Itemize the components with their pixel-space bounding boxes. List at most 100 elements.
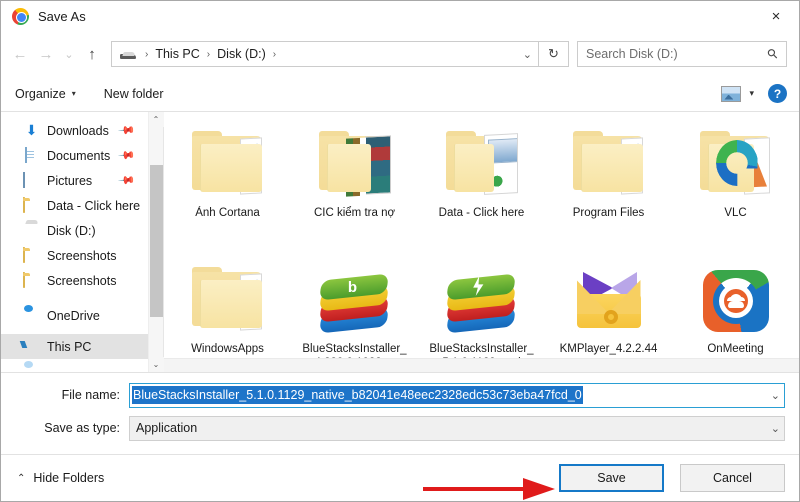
recent-locations-button[interactable]: ⌄ <box>59 40 79 68</box>
sidebar-item-disk-d[interactable]: Disk (D:) <box>1 218 148 243</box>
folder-icon <box>186 262 270 338</box>
file-list-scrollbar[interactable] <box>164 358 799 372</box>
sidebar-item-this-pc[interactable]: This PC <box>1 334 148 359</box>
dialog-footer: ⌃ Hide Folders Save Cancel <box>1 454 799 501</box>
scroll-up-icon[interactable]: ⌃ <box>148 112 164 127</box>
navigation-bar: ← → ⌄ ↑ › This PC › Disk (D:) › ⌄ ↻ Sear… <box>1 32 799 76</box>
command-toolbar: Organize ▾ New folder ▾ ? <box>1 76 799 112</box>
save-as-type-select[interactable]: Application ⌄ <box>129 415 785 441</box>
sidebar-item-label: Documents <box>47 148 111 163</box>
file-item[interactable]: Data - Click here <box>418 120 545 256</box>
sidebar-item-label: Data - Click here <box>47 198 141 213</box>
scrollbar-thumb[interactable] <box>149 165 163 317</box>
sidebar-item-label: Disk (D:) <box>47 223 96 238</box>
sidebar-item-screenshots-1[interactable]: Screenshots <box>1 243 148 268</box>
onedrive-icon <box>23 364 40 373</box>
drive-icon <box>120 49 136 60</box>
sidebar-item-label: This PC <box>47 339 92 354</box>
sidebar-item-data-click-here[interactable]: Data - Click here <box>1 193 148 218</box>
file-name-label: VLC <box>724 207 747 219</box>
file-item[interactable]: CIC kiểm tra nợ <box>291 120 418 256</box>
form-area: File name: BlueStacksInstaller_5.1.0.112… <box>1 373 799 454</box>
document-icon <box>23 146 40 164</box>
breadcrumb-separator-0: › <box>145 48 149 60</box>
file-grid: Ảnh Cortana CIC kiểm tra nợ Data - Click… <box>164 120 799 372</box>
breadcrumb-separator-1: › <box>206 48 211 60</box>
pin-icon[interactable]: 📌 <box>118 146 137 165</box>
new-folder-button[interactable]: New folder <box>104 87 164 101</box>
bluestacks-icon <box>440 262 524 338</box>
folder-icon <box>23 271 40 289</box>
hide-folders-button[interactable]: ⌃ Hide Folders <box>17 471 104 485</box>
title-bar: Save As × <box>1 1 799 32</box>
help-icon[interactable]: ? <box>768 84 787 103</box>
onedrive-icon <box>23 308 40 324</box>
save-as-type-value: Application <box>136 421 198 435</box>
file-item[interactable]: Ảnh Cortana <box>164 120 291 256</box>
footer-buttons: Save Cancel <box>559 464 785 492</box>
file-name-input[interactable]: BlueStacksInstaller_5.1.0.1129_native_b8… <box>129 382 785 408</box>
folder-icon <box>694 126 778 202</box>
window-title: Save As <box>38 9 86 24</box>
sidebar-scrollbar[interactable]: ⌃ ⌄ <box>148 112 164 372</box>
chevron-down-icon: ▾ <box>71 89 76 98</box>
refresh-button[interactable]: ↻ <box>539 41 569 67</box>
folder-icon <box>23 196 40 214</box>
folder-icon <box>313 126 397 202</box>
file-item[interactable]: KMPlayer_4.2.2.44 <box>545 256 672 372</box>
cancel-button[interactable]: Cancel <box>680 464 785 492</box>
file-item[interactable]: WindowsApps <box>164 256 291 372</box>
file-name-label: Program Files <box>572 207 645 219</box>
up-button[interactable]: ↑ <box>79 40 105 68</box>
folder-icon <box>186 126 270 202</box>
chevron-down-icon[interactable]: ⌄ <box>517 48 532 61</box>
search-box[interactable]: Search Disk (D:) ⚲ <box>577 41 787 67</box>
navigation-pane: ⬇ Downloads 📌 Documents 📌 Pictures 📌 Dat… <box>1 112 164 372</box>
address-bar[interactable]: › This PC › Disk (D:) › ⌄ <box>111 41 539 67</box>
breadcrumb-this-pc[interactable]: This PC <box>153 47 201 61</box>
dialog-body: ⬇ Downloads 📌 Documents 📌 Pictures 📌 Dat… <box>1 112 799 373</box>
file-item[interactable]: OnMeeting <box>672 256 799 372</box>
organize-button[interactable]: Organize ▾ <box>15 87 76 101</box>
annotation-arrow-icon <box>423 478 555 500</box>
folder-icon <box>23 246 40 264</box>
chevron-up-icon: ⌃ <box>17 472 26 484</box>
toolbar-right-group: ▾ ? <box>721 84 787 103</box>
pin-icon[interactable]: 📌 <box>118 121 137 140</box>
sidebar-list: ⬇ Downloads 📌 Documents 📌 Pictures 📌 Dat… <box>1 112 148 372</box>
chevron-down-icon[interactable]: ⌄ <box>763 422 780 435</box>
file-item[interactable]: VLC <box>672 120 799 256</box>
forward-button[interactable]: → <box>33 40 59 68</box>
save-as-type-row: Save as type: Application ⌄ <box>1 415 799 441</box>
file-name-label: File name: <box>61 388 120 402</box>
sidebar-item-screenshots-2[interactable]: Screenshots <box>1 268 148 293</box>
scrollbar-track[interactable] <box>149 127 164 357</box>
view-mode-icon[interactable] <box>721 85 742 102</box>
file-item[interactable]: b BlueStacksInstaller_4.280.0.1022_n <box>291 256 418 372</box>
scroll-down-icon[interactable]: ⌄ <box>148 357 164 372</box>
chevron-down-icon[interactable]: ⌄ <box>763 389 780 402</box>
file-item[interactable]: BlueStacksInstaller_5.1.0.1129_nati <box>418 256 545 372</box>
download-icon: ⬇ <box>25 122 38 138</box>
breadcrumb-disk-d[interactable]: Disk (D:) <box>215 47 268 61</box>
file-name-label: Data - Click here <box>438 207 525 219</box>
breadcrumb-separator-2[interactable]: › <box>268 49 281 60</box>
close-icon[interactable]: × <box>753 1 799 32</box>
save-as-dialog: Save As × ← → ⌄ ↑ › This PC › Disk (D:) … <box>0 0 800 502</box>
sidebar-item-downloads[interactable]: ⬇ Downloads 📌 <box>1 118 148 143</box>
sidebar-item-documents[interactable]: Documents 📌 <box>1 143 148 168</box>
file-name-value[interactable]: BlueStacksInstaller_5.1.0.1129_native_b8… <box>132 386 583 404</box>
chevron-down-icon[interactable]: ▾ <box>749 88 754 99</box>
save-button[interactable]: Save <box>559 464 664 492</box>
drive-icon <box>23 223 40 239</box>
sidebar-item-partial[interactable] <box>1 359 148 372</box>
back-button[interactable]: ← <box>7 40 33 68</box>
file-name-label: OnMeeting <box>707 343 764 355</box>
sidebar-item-label: Downloads <box>47 123 109 138</box>
sidebar-item-onedrive[interactable]: OneDrive <box>1 303 148 328</box>
search-input[interactable]: Search Disk (D:) <box>586 47 768 61</box>
sidebar-item-pictures[interactable]: Pictures 📌 <box>1 168 148 193</box>
file-item[interactable]: Program Files <box>545 120 672 256</box>
pin-icon[interactable]: 📌 <box>118 171 137 190</box>
hide-folders-label: Hide Folders <box>33 471 105 485</box>
